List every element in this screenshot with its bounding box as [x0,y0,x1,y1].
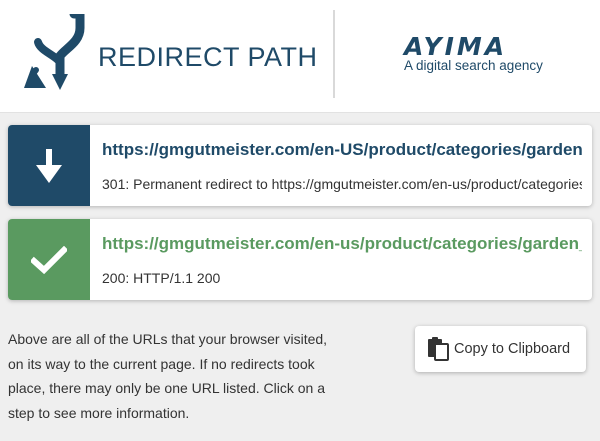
copy-button-label: Copy to Clipboard [454,341,571,357]
info-line: Above are all of the URLs that your brow… [8,331,328,347]
ayima-logo: AYIMA A digital search agency [400,32,570,82]
info-line: on its way to the current page. If no re… [8,355,315,372]
info-text: Above are all of the URLs that your brow… [8,327,358,425]
copy-to-clipboard-button[interactable]: Copy to Clipboard [415,326,586,372]
step-url[interactable]: https://gmgutmeister.com/en-US/product/c… [102,140,582,160]
partner-tagline: A digital search agency [404,58,543,73]
redirect-step-2[interactable]: https://gmgutmeister.com/en-us/product/c… [8,219,592,300]
clipboard-icon [428,337,449,361]
redirect-step-1[interactable]: https://gmgutmeister.com/en-US/product/c… [8,125,592,206]
arrow-down-icon [36,148,62,183]
step-detail: 200: HTTP/1.1 200 [102,270,221,286]
info-line: place, there may only be one URL listed.… [8,380,325,396]
redirect-path-logo: REDIRECT PATH [22,14,322,94]
checkmark-icon [31,245,67,274]
info-line: step to see more information. [8,404,190,421]
step-url[interactable]: https://gmgutmeister.com/en-us/product/c… [102,234,582,254]
status-box-redirect [8,125,90,206]
redirect-path-icon [24,14,85,90]
status-box-success [8,219,90,300]
header-divider [333,10,335,98]
step-detail: 301: Permanent redirect to https://gmgut… [102,176,582,192]
brand-name: REDIRECT PATH [98,42,318,72]
partner-name: AYIMA [404,32,508,61]
header: REDIRECT PATH AYIMA A digital search age… [0,0,600,113]
